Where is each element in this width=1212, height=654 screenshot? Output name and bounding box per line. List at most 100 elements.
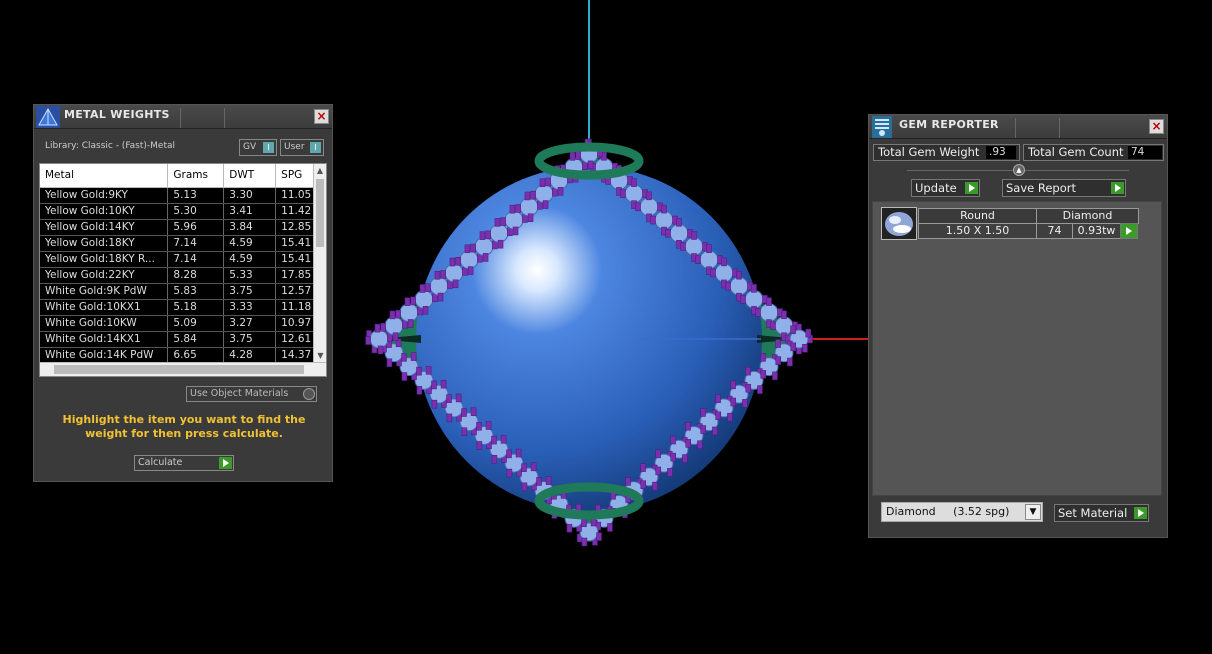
prong [464,244,471,254]
grams-cell: 5.83 [167,283,225,300]
gem-seat [519,197,539,217]
prong [374,323,381,333]
prong [416,366,422,376]
close-button[interactable]: × [314,109,329,124]
metal-weights-titlebar[interactable]: METAL WEIGHTS × [34,105,332,129]
prong [661,204,667,214]
prong [745,366,751,376]
gem-row-action-button[interactable] [1120,223,1138,239]
table-row[interactable]: Yellow Gold:10KY 5.30 3.41 11.42 [40,203,326,220]
prong [650,215,656,225]
update-button[interactable]: Update [911,179,980,197]
material-select-value: Diamond (3.52 spg) [886,505,1010,518]
title-divider [1059,118,1060,138]
prong [607,523,613,532]
prong [640,463,646,472]
prong [676,218,682,227]
material-select[interactable]: Diamond (3.52 spg) ▼ [881,502,1043,522]
table-row[interactable]: White Gold:10KX1 5.18 3.33 11.18 [40,299,326,316]
prong [770,321,776,331]
table-row[interactable]: Yellow Gold:22KY 8.28 5.33 17.85 [40,267,326,284]
gem-seat [369,329,389,349]
update-label: Update [915,181,957,195]
prong [566,523,573,533]
gem-seat [429,276,449,296]
prong [530,462,537,472]
metal-weights-panel: METAL WEIGHTS × Library: Classic - (Fast… [33,104,333,482]
table-row[interactable]: Yellow Gold:18KY R... 7.14 4.59 15.41 [40,251,326,268]
table-row[interactable]: Yellow Gold:9KY 5.13 3.30 11.05 [40,187,326,204]
close-button[interactable]: × [1149,119,1164,134]
gem-reporter-titlebar[interactable]: GEM REPORTER × [869,115,1167,139]
table-row[interactable]: Yellow Gold:14KY 5.96 3.84 12.85 [40,219,326,236]
save-report-label: Save Report [1006,181,1077,195]
prong [515,204,521,213]
set-material-button[interactable]: Set Material [1054,504,1149,522]
prong [425,283,431,292]
prong [646,191,652,201]
scroll-down-icon[interactable]: ▼ [314,349,326,362]
total-gem-count-value: 74 [1128,146,1162,159]
scroll-thumb[interactable] [54,365,304,374]
table-row[interactable]: White Gold:9K PdW 5.83 3.75 12.57 [40,283,326,300]
column-header-dwt[interactable]: DWT [223,164,277,188]
gem-list[interactable]: Round Diamond 1.50 X 1.50 74 0.93tw [872,201,1162,496]
user-toggle[interactable]: User I [280,139,324,156]
prong [802,344,808,353]
prong [685,439,692,448]
scroll-thumb[interactable] [316,179,324,247]
gem-seat [474,237,494,256]
prong [461,408,467,417]
dwt-cell: 4.28 [223,347,277,364]
prong [401,372,408,381]
prong [470,243,476,253]
grams-cell: 5.96 [167,219,225,236]
prong [745,383,752,393]
prong [727,412,733,422]
prong [449,257,456,267]
scroll-up-icon[interactable]: ▲ [314,164,326,177]
use-object-materials-label: Use Object Materials [190,388,289,399]
prong [700,425,707,434]
gem-seat [504,210,524,230]
table-row[interactable]: White Gold:10KW 5.09 3.27 10.97 [40,315,326,332]
total-gem-count-field: Total Gem Count 74 [1023,144,1164,161]
metal-table[interactable]: Metal Grams DWT SPG Yellow Gold:9KY 5.13 3… [39,163,327,377]
prong [640,480,647,489]
table-row[interactable]: White Gold:14KX1 5.84 3.75 12.61 [40,331,326,348]
prong [740,295,746,304]
toggle-knob-icon: I [263,142,274,153]
table-row[interactable]: Yellow Gold:18KY 7.14 4.59 15.41 [40,235,326,252]
metal-name-cell: White Gold:10KX1 [40,299,169,316]
prong [455,257,461,266]
prong [530,190,536,200]
collapse-icon[interactable]: ▲ [1013,164,1025,176]
gem-seat [384,316,404,336]
horizontal-scrollbar[interactable] [40,362,326,376]
table-row[interactable]: White Gold:14K PdW 6.65 4.28 14.37 [40,347,326,364]
prong [587,160,594,170]
gem-seat [759,303,779,323]
calculate-button[interactable]: Calculate [134,455,234,471]
prong [667,468,673,477]
metal-name-cell: Yellow Gold:10KY [40,203,169,220]
vertical-scrollbar[interactable]: ▲ ▼ [313,164,326,362]
column-header-grams[interactable]: Grams [167,164,225,188]
save-report-button[interactable]: Save Report [1002,179,1126,197]
prong [685,421,691,431]
prong [440,270,446,279]
gem-seat [744,289,764,309]
prong [512,226,519,236]
use-object-materials-toggle[interactable]: Use Object Materials [186,386,317,402]
dwt-cell: 5.33 [223,267,277,284]
metal-name-cell: Yellow Gold:9KY [40,187,169,204]
grams-cell: 6.65 [167,347,225,364]
gem-seat [489,223,509,243]
chevron-down-icon[interactable]: ▼ [1025,504,1041,520]
prong [730,380,736,390]
gv-toggle[interactable]: GV I [239,139,277,156]
column-header-metal[interactable]: Metal [40,164,169,188]
prong [670,452,677,462]
prong [404,297,411,306]
prong [485,421,492,430]
